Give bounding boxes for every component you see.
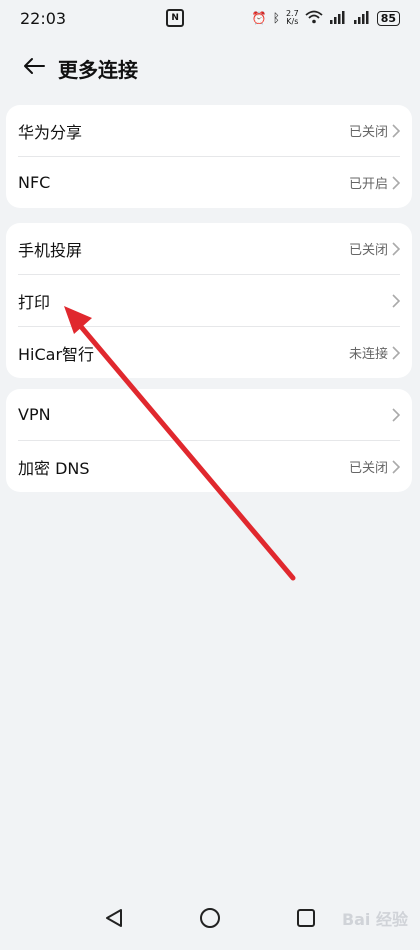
row-label: 加密 DNS [18, 458, 90, 478]
row-vpn[interactable]: VPN [18, 389, 400, 441]
row-hicar[interactable]: HiCar智行 未连接 [18, 327, 400, 378]
row-value: 已开启 [348, 177, 388, 192]
chevron-right-icon [392, 345, 400, 360]
back-arrow-icon [23, 57, 45, 79]
network-speed: 2.7 K/s [286, 10, 299, 26]
row-value: 已关闭 [348, 243, 388, 258]
settings-group-1: 华为分享 已关闭 NFC 已开启 [6, 105, 412, 208]
nfc-status-icon: N [166, 9, 185, 27]
signal-icon [329, 10, 347, 27]
watermark: Bai 经验 [341, 910, 408, 929]
signal-icon-2 [353, 10, 371, 27]
alarm-icon: ⏰ [251, 11, 267, 25]
wifi-icon [305, 10, 323, 27]
row-label: 华为分享 [18, 122, 83, 142]
nav-home-icon [199, 907, 221, 933]
row-huawei-share[interactable]: 华为分享 已关闭 [18, 105, 400, 157]
nav-home-button[interactable] [195, 905, 225, 935]
row-label: NFC [18, 173, 51, 192]
back-button[interactable] [12, 48, 56, 88]
nav-back-icon [105, 908, 123, 932]
row-encrypted-dns[interactable]: 加密 DNS 已关闭 [18, 441, 400, 492]
row-value: 未连接 [348, 347, 388, 362]
app-header: 更多连接 [0, 48, 420, 88]
chevron-right-icon [392, 241, 400, 256]
row-label: VPN [18, 405, 51, 424]
settings-group-3: VPN 加密 DNS 已关闭 [6, 389, 412, 492]
network-speed-unit: K/s [286, 17, 299, 26]
nav-recent-button[interactable] [291, 905, 321, 935]
chevron-right-icon [392, 407, 400, 422]
row-nfc[interactable]: NFC 已开启 [18, 157, 400, 208]
settings-group-2: 手机投屏 已关闭 打印 HiCar智行 未连接 [6, 223, 412, 378]
status-time: 22:03 [20, 8, 67, 28]
chevron-right-icon [392, 459, 400, 474]
nav-back-button[interactable] [99, 905, 129, 935]
row-value: 已关闭 [348, 461, 388, 476]
row-value: 已关闭 [348, 125, 388, 140]
chevron-right-icon [392, 175, 400, 190]
row-label: 打印 [18, 292, 51, 312]
page-title: 更多连接 [58, 57, 138, 82]
chevron-right-icon [392, 123, 400, 138]
chevron-right-icon [392, 293, 400, 308]
bluetooth-icon: ᛒ [272, 11, 280, 25]
row-screen-projection[interactable]: 手机投屏 已关闭 [18, 223, 400, 275]
row-label: HiCar智行 [18, 344, 95, 364]
row-label: 手机投屏 [18, 240, 83, 260]
row-print[interactable]: 打印 [18, 275, 400, 327]
nav-recent-icon [296, 908, 316, 932]
battery-indicator: 85 [376, 10, 400, 26]
status-bar: 22:03 N ⏰ ᛒ 2.7 K/s 85 [0, 0, 420, 36]
